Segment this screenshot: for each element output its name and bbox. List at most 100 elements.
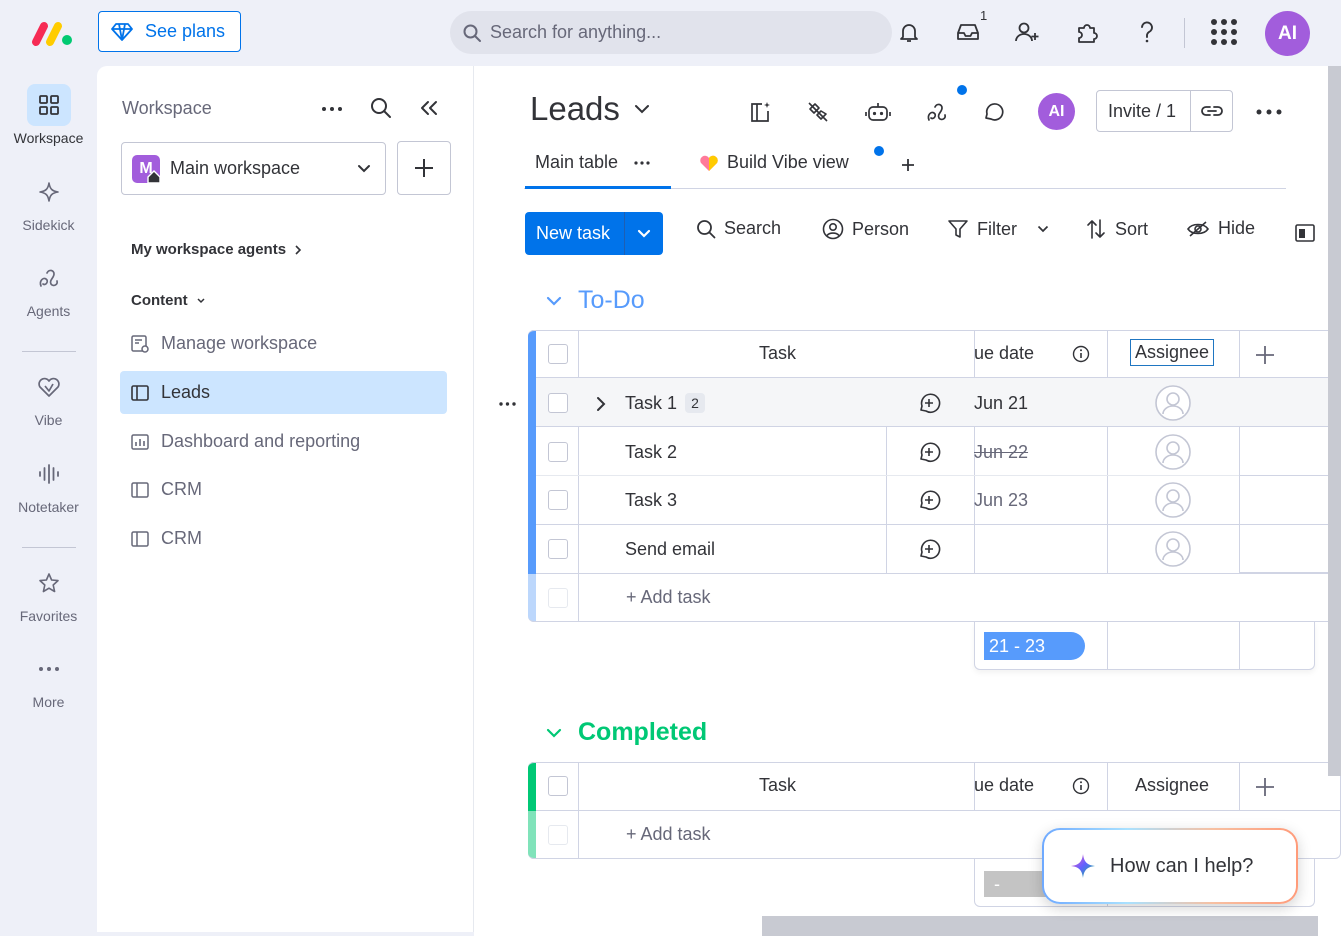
- add-update-icon[interactable]: [917, 391, 941, 415]
- group-title-todo[interactable]: To-Do: [546, 286, 645, 315]
- rail-item-workspace[interactable]: Workspace: [0, 84, 97, 146]
- select-all-checkbox[interactable]: [548, 776, 568, 796]
- person-icon: [822, 218, 844, 240]
- add-update-icon[interactable]: [917, 440, 941, 464]
- sidekick-board-icon[interactable]: [744, 96, 776, 128]
- invite-members-icon[interactable]: [1011, 16, 1043, 48]
- column-header-task[interactable]: Task: [759, 775, 796, 796]
- row-divider: [536, 475, 1341, 476]
- row-checkbox[interactable]: [548, 442, 568, 462]
- workspace-selector[interactable]: M Main workspace: [121, 142, 386, 195]
- group-title-completed[interactable]: Completed: [546, 718, 707, 747]
- tab-main-table[interactable]: Main table: [535, 152, 650, 173]
- notifications-bell-icon[interactable]: [893, 16, 925, 48]
- due-date-cell[interactable]: Jun 22: [974, 442, 1028, 463]
- subitems-count-badge[interactable]: 2: [685, 393, 705, 413]
- updates-chat-icon[interactable]: [978, 96, 1010, 128]
- row-checkbox[interactable]: [548, 539, 568, 559]
- global-search-input[interactable]: Search for anything...: [450, 11, 892, 54]
- copy-link-icon[interactable]: [1200, 103, 1224, 119]
- task-name[interactable]: Task 2: [625, 442, 677, 463]
- ai-help-bubble[interactable]: How can I help?: [1042, 828, 1298, 904]
- invite-button[interactable]: Invite / 1: [1096, 90, 1233, 132]
- column-header-assignee[interactable]: Assignee: [1135, 775, 1209, 796]
- see-plans-button[interactable]: See plans: [98, 11, 241, 52]
- rail-item-more[interactable]: More: [0, 648, 97, 710]
- info-icon[interactable]: [1072, 777, 1090, 795]
- workspace-options-icon[interactable]: [321, 106, 343, 112]
- add-item-button[interactable]: [397, 141, 451, 195]
- column-header-task[interactable]: Task: [759, 343, 796, 364]
- chevron-down-icon[interactable]: [546, 296, 562, 306]
- nav-item-dashboard[interactable]: Dashboard and reporting: [120, 420, 447, 463]
- nav-item-crm[interactable]: CRM: [120, 517, 447, 560]
- add-column-plus-icon[interactable]: [1255, 777, 1275, 797]
- monday-logo-icon[interactable]: [30, 18, 74, 48]
- task-name[interactable]: Send email: [625, 539, 715, 560]
- rail-item-agents[interactable]: Agents: [0, 257, 97, 319]
- tab-options-icon[interactable]: [634, 160, 650, 165]
- plus-icon: [413, 157, 435, 179]
- user-avatar[interactable]: AI: [1265, 11, 1310, 56]
- nav-item-crm[interactable]: CRM: [120, 468, 447, 511]
- chevron-down-icon[interactable]: [1037, 225, 1049, 233]
- rail-label-sidekick: Sidekick: [22, 217, 75, 233]
- vertical-scrollbar[interactable]: [1328, 66, 1341, 776]
- task-name[interactable]: Task 1: [625, 393, 677, 414]
- board-more-options-icon[interactable]: [1256, 109, 1282, 115]
- rail-item-notetaker[interactable]: Notetaker: [0, 453, 97, 515]
- add-update-icon[interactable]: [917, 537, 941, 561]
- apps-marketplace-icon[interactable]: [1071, 16, 1103, 48]
- nav-item-leads[interactable]: Leads: [120, 371, 447, 414]
- row-checkbox[interactable]: [548, 490, 568, 510]
- content-section-toggle[interactable]: Content: [131, 292, 206, 309]
- workspace-search-icon[interactable]: [370, 97, 392, 119]
- row-checkbox[interactable]: [548, 393, 568, 413]
- select-all-checkbox[interactable]: [548, 344, 568, 364]
- empty-assignee-avatar-icon[interactable]: [1155, 531, 1191, 567]
- add-task-link[interactable]: + Add task: [626, 587, 711, 608]
- ai-help-label: How can I help?: [1110, 854, 1254, 877]
- toolbar-sort-button[interactable]: Sort: [1085, 218, 1148, 240]
- toolbar-person-button[interactable]: Person: [822, 218, 909, 240]
- integrations-icon[interactable]: [802, 96, 834, 128]
- due-date-cell[interactable]: Jun 21: [974, 393, 1028, 414]
- expand-subitems-chevron-icon[interactable]: [596, 396, 606, 412]
- tab-build-vibe-view[interactable]: Build Vibe view: [699, 152, 849, 173]
- collapse-panel-icon[interactable]: [419, 100, 439, 116]
- add-column-plus-icon[interactable]: [1255, 345, 1275, 365]
- row-options-icon[interactable]: [499, 402, 516, 406]
- rail-item-sidekick[interactable]: Sidekick: [0, 171, 97, 233]
- timeline-summary-bar[interactable]: 21 - 23: [984, 632, 1085, 660]
- add-update-icon[interactable]: [917, 488, 941, 512]
- empty-assignee-avatar-icon[interactable]: [1155, 482, 1191, 518]
- empty-assignee-avatar-icon[interactable]: [1155, 385, 1191, 421]
- toolbar-hide-button[interactable]: Hide: [1186, 218, 1255, 239]
- empty-assignee-avatar-icon[interactable]: [1155, 434, 1191, 470]
- chevron-down-icon[interactable]: [546, 728, 562, 738]
- column-header-assignee[interactable]: Assignee: [1130, 339, 1215, 366]
- due-date-cell[interactable]: Jun 23: [974, 490, 1028, 511]
- automations-robot-icon[interactable]: [862, 96, 894, 128]
- board-title[interactable]: Leads: [530, 90, 650, 128]
- task-name[interactable]: Task 3: [625, 490, 677, 511]
- add-view-plus-icon[interactable]: [901, 158, 915, 172]
- rail-item-favorites[interactable]: Favorites: [0, 562, 97, 624]
- add-task-link[interactable]: + Add task: [626, 824, 711, 845]
- workspace-agents-link[interactable]: My workspace agents: [131, 241, 302, 258]
- agents-icon[interactable]: [921, 96, 953, 128]
- app-grid-icon[interactable]: [1208, 16, 1240, 48]
- group-by-icon[interactable]: [1294, 222, 1316, 244]
- horizontal-scrollbar[interactable]: [762, 916, 1318, 936]
- rail-item-vibe[interactable]: Vibe: [0, 366, 97, 428]
- new-task-button[interactable]: New task: [525, 212, 663, 255]
- nav-item-manage-workspace[interactable]: Manage workspace: [120, 322, 447, 365]
- column-header-due-date[interactable]: ue date: [974, 775, 1034, 796]
- toolbar-search-button[interactable]: Search: [696, 218, 781, 239]
- info-icon[interactable]: [1072, 345, 1090, 363]
- board-user-avatar[interactable]: AI: [1038, 93, 1075, 130]
- chevron-down-icon[interactable]: [637, 229, 651, 238]
- column-header-due-date[interactable]: ue date: [974, 343, 1034, 364]
- help-icon[interactable]: [1131, 16, 1163, 48]
- toolbar-filter-button[interactable]: Filter: [947, 218, 1049, 240]
